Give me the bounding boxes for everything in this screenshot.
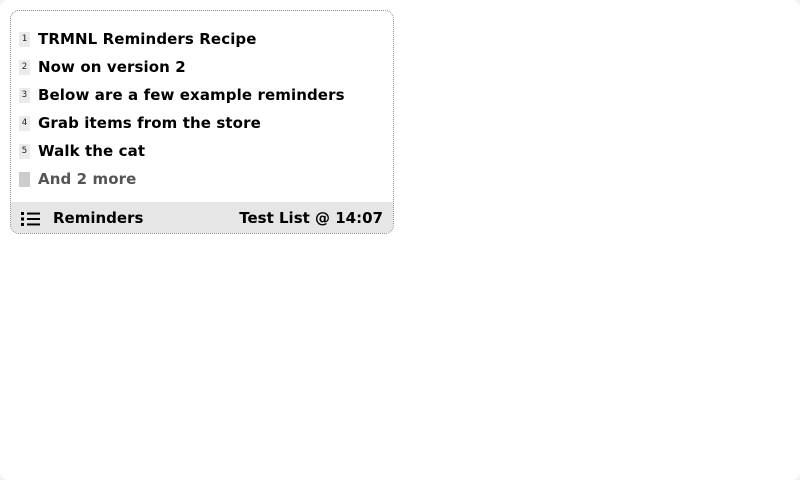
title-bar: Reminders Test List @ 14:07	[11, 202, 393, 233]
item-index: 2	[19, 59, 30, 75]
list-timestamp: Test List @ 14:07	[239, 208, 383, 227]
item-label: TRMNL Reminders Recipe	[38, 30, 257, 48]
item-label: Now on version 2	[38, 58, 186, 76]
more-indicator	[19, 171, 30, 187]
item-label: Grab items from the store	[38, 114, 261, 132]
list-item: 1 TRMNL Reminders Recipe	[19, 25, 385, 53]
widget-title: Reminders	[53, 208, 144, 227]
list-icon	[21, 211, 41, 227]
reminders-widget: 1 TRMNL Reminders Recipe 2 Now on versio…	[10, 10, 394, 234]
item-index: 1	[19, 31, 30, 47]
more-item: And 2 more	[19, 165, 385, 193]
reminder-list: 1 TRMNL Reminders Recipe 2 Now on versio…	[19, 25, 385, 193]
device-screen: 1 TRMNL Reminders Recipe 2 Now on versio…	[0, 0, 800, 480]
item-index: 4	[19, 115, 30, 131]
item-index: 5	[19, 143, 30, 159]
list-item: 5 Walk the cat	[19, 137, 385, 165]
item-index: 3	[19, 87, 30, 103]
list-item: 2 Now on version 2	[19, 53, 385, 81]
item-label: Walk the cat	[38, 142, 146, 160]
list-item: 3 Below are a few example reminders	[19, 81, 385, 109]
item-label: Below are a few example reminders	[38, 86, 345, 104]
more-label: And 2 more	[38, 170, 137, 188]
list-item: 4 Grab items from the store	[19, 109, 385, 137]
